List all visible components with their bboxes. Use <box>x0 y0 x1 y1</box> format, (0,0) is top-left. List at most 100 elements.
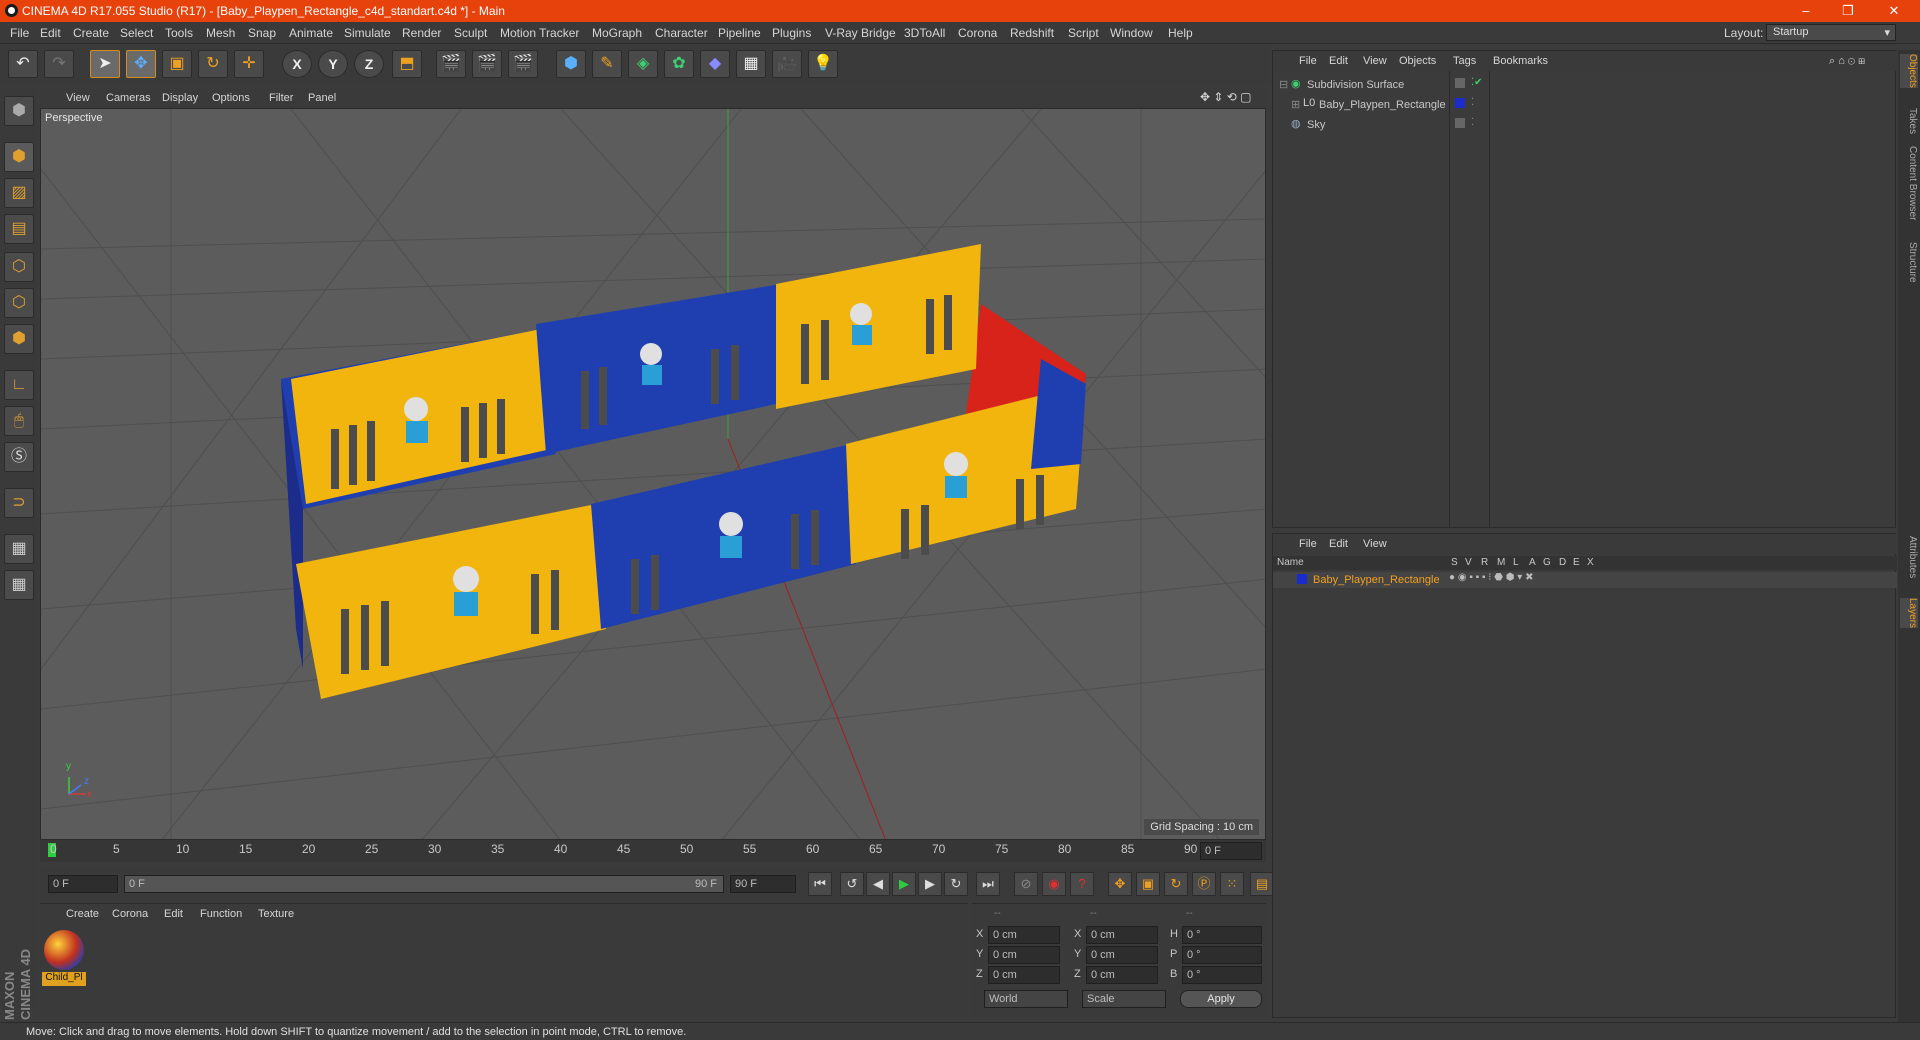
transform-tool-button[interactable]: ✛ <box>234 50 264 78</box>
obj-search-icon[interactable]: ⌕ ⌂ ⊙ ⊞ <box>1829 55 1865 68</box>
menu-script[interactable]: Script <box>1068 26 1099 40</box>
viewport-menu-view[interactable]: View <box>66 92 90 104</box>
tab-objects[interactable]: Objects <box>1900 54 1918 88</box>
timeline-ruler[interactable]: 0 5 10 15 20 25 30 35 40 45 50 55 60 65 … <box>40 840 1266 862</box>
model-mode-button[interactable]: ⬢ <box>4 142 34 172</box>
size-mode-dropdown[interactable]: Scale <box>1082 990 1166 1008</box>
layer-menu-edit[interactable]: Edit <box>1329 538 1348 550</box>
close-button[interactable]: ✕ <box>1874 0 1914 22</box>
material-menu-create[interactable]: Create <box>66 908 99 920</box>
obj-menu-objects[interactable]: Objects <box>1399 55 1436 67</box>
position-y-field[interactable]: 0 cm <box>988 946 1060 964</box>
menu-edit[interactable]: Edit <box>40 26 61 40</box>
menu-motion-tracker[interactable]: Motion Tracker <box>500 26 579 40</box>
go-to-end-button[interactable]: ⏭ <box>976 872 1000 896</box>
tab-attributes[interactable]: Attributes <box>1900 536 1918 578</box>
viewport-menu-panel[interactable]: Panel <box>308 92 336 104</box>
layer-swatch[interactable] <box>1455 98 1465 108</box>
key-pla-button[interactable]: ⁙ <box>1220 872 1244 896</box>
record-keys-button[interactable]: ⊘ <box>1014 872 1038 896</box>
menu-select[interactable]: Select <box>120 26 153 40</box>
redo-button[interactable]: ↷ <box>44 50 74 78</box>
select-tool-button[interactable]: ➤ <box>90 50 120 78</box>
viewport-menu-display[interactable]: Display <box>162 92 198 104</box>
axis-x-button[interactable]: X <box>282 50 312 78</box>
key-rotation-button[interactable]: ↻ <box>1164 872 1188 896</box>
visibility-dots-icon[interactable]: ⁚ <box>1471 97 1474 108</box>
render-picture-viewer-button[interactable]: 🎬 <box>472 50 502 78</box>
end-frame-field[interactable]: 90 F <box>730 875 796 893</box>
playpen-model[interactable] <box>281 244 1086 699</box>
add-cube-button[interactable]: ⬢ <box>556 50 586 78</box>
object-row[interactable]: ⊟ ◉ Subdivision Surface ⁚✔ <box>1273 75 1897 95</box>
rotation-b-field[interactable]: 0 ° <box>1182 966 1262 984</box>
obj-menu-view[interactable]: View <box>1363 55 1387 67</box>
magnet-button[interactable]: ⊃ <box>4 488 34 518</box>
obj-menu-file[interactable]: File <box>1299 55 1317 67</box>
add-subdivision-button[interactable]: ◈ <box>628 50 658 78</box>
tab-takes[interactable]: Takes <box>1900 108 1918 134</box>
layout-dropdown[interactable]: Startup ▾ <box>1766 24 1896 41</box>
menu-help[interactable]: Help <box>1168 26 1193 40</box>
object-row[interactable]: ◍ Sky ⁚ <box>1273 115 1897 135</box>
frame-range-slider[interactable]: 0 F 90 F <box>124 875 724 893</box>
tab-structure[interactable]: Structure <box>1900 242 1918 283</box>
points-mode-button[interactable]: ⬡ <box>4 252 34 282</box>
layer-row[interactable]: Baby_Playpen_Rectangle ● ◉ ▪ ▪ ▪ ⁝ ⬣ ⬢ ▾… <box>1273 572 1897 588</box>
go-to-start-button[interactable]: ⏮ <box>808 872 832 896</box>
key-position-button[interactable]: ✥ <box>1108 872 1132 896</box>
tab-layers[interactable]: Layers <box>1900 598 1918 629</box>
render-settings-button[interactable]: 🎬 <box>508 50 538 78</box>
menu-character[interactable]: Character <box>655 26 708 40</box>
layer-color-swatch[interactable] <box>1297 574 1307 584</box>
edges-mode-button[interactable]: ⬡ <box>4 288 34 318</box>
material-menu-corona[interactable]: Corona <box>112 908 148 920</box>
keyframe-selection-button[interactable]: ? <box>1070 872 1094 896</box>
menu-mograph[interactable]: MoGraph <box>592 26 642 40</box>
axis-y-button[interactable]: Y <box>318 50 348 78</box>
scale-tool-button[interactable]: ▣ <box>162 50 192 78</box>
menu-snap[interactable]: Snap <box>248 26 276 40</box>
previous-key-button[interactable]: ↺ <box>840 872 864 896</box>
rotate-tool-button[interactable]: ↻ <box>198 50 228 78</box>
add-camera-button[interactable]: 🎥 <box>772 50 802 78</box>
object-row[interactable]: ⊞ L0 Baby_Playpen_Rectangle ⁚ <box>1273 95 1897 115</box>
menu-redshift[interactable]: Redshift <box>1010 26 1054 40</box>
material-menu-texture[interactable]: Texture <box>258 908 294 920</box>
viewport-menu-cameras[interactable]: Cameras <box>106 92 151 104</box>
menu-3dtoall[interactable]: 3DToAll <box>904 26 945 40</box>
play-button[interactable]: ▶ <box>892 872 916 896</box>
viewport-menu-options[interactable]: Options <box>212 92 250 104</box>
add-mograph-button[interactable]: ✿ <box>664 50 694 78</box>
tab-content-browser[interactable]: Content Browser <box>1900 146 1918 220</box>
coordinate-mode-dropdown[interactable]: World <box>984 990 1068 1008</box>
rotation-p-field[interactable]: 0 ° <box>1182 946 1262 964</box>
add-deformer-button[interactable]: ◆ <box>700 50 730 78</box>
add-spline-button[interactable]: ✎ <box>592 50 622 78</box>
obj-menu-bookmarks[interactable]: Bookmarks <box>1493 55 1548 67</box>
layer-swatch[interactable] <box>1455 78 1465 88</box>
visibility-dots-icon[interactable]: ⁚ <box>1471 117 1474 128</box>
menu-vray-bridge[interactable]: V-Ray Bridge <box>825 26 896 40</box>
layer-toggle-icons[interactable]: ● ◉ ▪ ▪ ▪ ⁝ ⬣ ⬢ ▾ ✖ <box>1449 572 1533 583</box>
collapse-icon[interactable]: ⊟ <box>1279 78 1288 91</box>
apply-button[interactable]: Apply <box>1180 990 1262 1008</box>
tweak-mode-button[interactable]: 🖱 <box>4 406 34 436</box>
layer-menu-view[interactable]: View <box>1363 538 1387 550</box>
menu-animate[interactable]: Animate <box>289 26 333 40</box>
timeline-window-button[interactable]: ▤ <box>1250 872 1274 896</box>
add-floor-button[interactable]: ▦ <box>736 50 766 78</box>
viewport[interactable]: y x z Perspective Grid Spacing : 10 cm <box>40 108 1266 840</box>
obj-menu-edit[interactable]: Edit <box>1329 55 1348 67</box>
polygons-mode-button[interactable]: ⬢ <box>4 324 34 354</box>
axis-mode-button[interactable]: ∟ <box>4 370 34 400</box>
autokey-button[interactable]: ◉ <box>1042 872 1066 896</box>
layer-menu-file[interactable]: File <box>1299 538 1317 550</box>
enabled-check-icon[interactable]: ⁚✔ <box>1471 77 1483 88</box>
key-scale-button[interactable]: ▣ <box>1136 872 1160 896</box>
planar-workplane-button[interactable]: ▦ <box>4 570 34 600</box>
obj-menu-tags[interactable]: Tags <box>1453 55 1476 67</box>
position-z-field[interactable]: 0 cm <box>988 966 1060 984</box>
menu-file[interactable]: File <box>10 26 29 40</box>
menu-simulate[interactable]: Simulate <box>344 26 391 40</box>
